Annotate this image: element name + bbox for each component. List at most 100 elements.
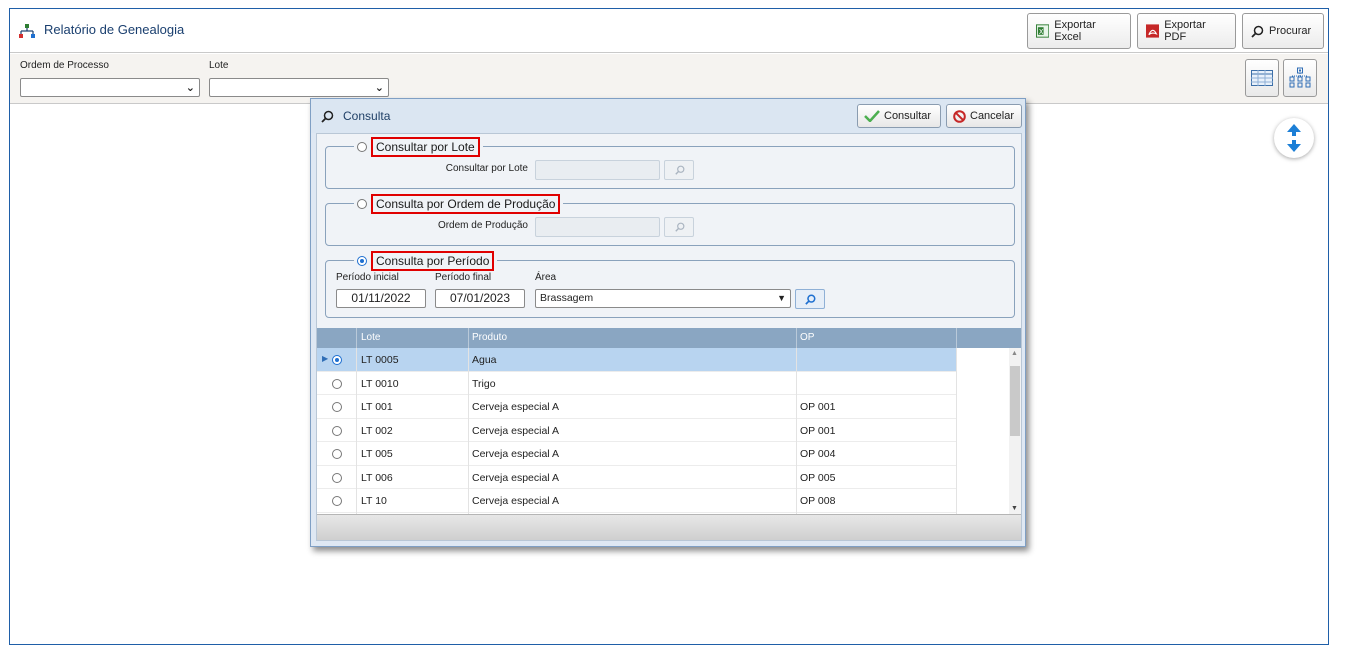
grid-column-line (796, 348, 797, 514)
area-select[interactable]: Brassagem ▼ (535, 289, 791, 308)
column-header-lote[interactable]: Lote (361, 332, 380, 343)
row-select-radio[interactable] (332, 402, 342, 412)
chevron-down-icon: ⌄ (374, 82, 384, 94)
section-legend: Consultar por Lote (354, 137, 483, 157)
column-header-op[interactable]: OP (800, 332, 814, 343)
column-header-produto[interactable]: Produto (472, 332, 507, 343)
table-row[interactable]: LT 002 Cerveja especial A OP 001 (317, 419, 957, 442)
row-select-radio[interactable] (332, 472, 342, 483)
cell-lote: LT 002 (361, 424, 393, 437)
consulta-dialog: Consulta Consultar Cancelar Consultar po… (310, 98, 1026, 547)
consultar-lote-input[interactable] (535, 160, 660, 180)
periodo-final-label: Período final (435, 272, 492, 283)
radio-periodo[interactable] (357, 256, 367, 266)
lote-select[interactable]: ⌄ (209, 78, 389, 97)
table-icon (1251, 70, 1273, 86)
grid-header-separator (468, 328, 469, 348)
section-title-periodo: Consulta por Período (371, 251, 495, 271)
cell-produto: Cerveja especial A (472, 471, 559, 484)
table-row[interactable]: ▶ LT 0005 Agua (317, 348, 957, 372)
grid-vertical-scrollbar[interactable]: ▲ ▼ (1009, 348, 1021, 514)
chevron-down-icon: ⌄ (185, 82, 195, 94)
table-row[interactable]: LT 006 Cerveja especial A OP 005 (317, 466, 957, 489)
table-row[interactable]: LT 0010 Trigo (317, 372, 957, 395)
table-row[interactable]: LT 005 Cerveja especial A OP 004 (317, 442, 957, 466)
cell-lote: LT 005 (361, 448, 393, 460)
radio-consultar-lote[interactable] (357, 142, 367, 152)
section-periodo: Consulta por Período Período inicial Per… (325, 251, 1015, 318)
area-select-value: Brassagem (540, 292, 594, 304)
search-icon (1251, 25, 1264, 38)
cell-produto: Cerveja especial A (472, 401, 559, 413)
cell-produto: Cerveja especial A (472, 448, 559, 460)
row-select-radio[interactable] (332, 425, 342, 436)
tree-diagram-icon (1289, 67, 1311, 88)
header-bar: Relatório de Genealogia X Exportar Excel… (10, 9, 1328, 53)
grid-footer (317, 514, 1021, 540)
grid-column-line (356, 348, 357, 514)
consultar-button[interactable]: Consultar (857, 104, 941, 128)
cell-produto: Cerveja especial A (472, 424, 559, 437)
scroll-up-icon[interactable]: ▲ (1011, 350, 1018, 357)
ordem-producao-field-label: Ordem de Produção (437, 220, 528, 231)
search-icon (805, 294, 816, 305)
ordem-producao-input[interactable] (535, 217, 660, 237)
table-row[interactable]: LT 001 Cerveja especial A OP 001 (317, 395, 957, 419)
table-row[interactable]: LT 10 Cerveja especial A OP 008 (317, 489, 957, 513)
cell-lote: LT 006 (361, 471, 393, 484)
export-pdf-label: Exportar PDF (1164, 19, 1206, 43)
radio-ordem-producao[interactable] (357, 199, 367, 209)
cell-produto: Trigo (472, 377, 496, 390)
periodo-final-input[interactable]: 07/01/2023 (435, 289, 525, 308)
cell-op: OP 008 (800, 495, 836, 507)
row-select-radio[interactable] (332, 355, 342, 365)
scroll-down-icon[interactable]: ▼ (1011, 505, 1018, 512)
ordem-processo-select[interactable]: ⌄ (20, 78, 200, 97)
periodo-inicial-input[interactable]: 01/11/2022 (336, 289, 426, 308)
checkmark-icon (864, 110, 880, 122)
pdf-icon (1146, 24, 1160, 38)
search-icon (675, 165, 685, 175)
export-excel-button[interactable]: X Exportar Excel (1027, 13, 1131, 49)
dialog-header: Consulta Consultar Cancelar (311, 99, 1025, 133)
row-select-radio[interactable] (332, 378, 342, 389)
lote-label: Lote (209, 60, 229, 71)
app-window: Relatório de Genealogia X Exportar Excel… (9, 8, 1329, 645)
table-view-button[interactable] (1245, 59, 1279, 97)
page-title: Relatório de Genealogia (44, 22, 185, 37)
cell-op: OP 001 (800, 401, 836, 413)
cell-lote: LT 001 (361, 401, 393, 413)
svg-text:X: X (1039, 28, 1044, 36)
search-button[interactable]: Procurar (1242, 13, 1324, 49)
cell-lote: LT 10 (361, 495, 387, 507)
row-select-radio[interactable] (332, 449, 342, 459)
grid-header-separator (796, 328, 797, 348)
genealogy-tree-icon (19, 24, 35, 38)
search-icon (675, 222, 685, 232)
cell-produto: Agua (472, 354, 497, 366)
dropdown-arrow-icon: ▼ (777, 293, 786, 303)
grid-header: Lote Produto OP (317, 328, 1021, 348)
cell-op: OP 004 (800, 448, 836, 460)
cell-op: OP 001 (800, 424, 836, 437)
scroll-up-down-button[interactable] (1274, 118, 1314, 158)
grid-column-line (956, 348, 957, 514)
search-icon (321, 110, 334, 123)
row-select-radio[interactable] (332, 496, 342, 506)
cell-op: OP 005 (800, 471, 836, 484)
search-label: Procurar (1269, 25, 1312, 37)
dialog-body: Consultar por Lote Consultar por Lote Co… (316, 133, 1022, 541)
scrollbar-thumb[interactable] (1010, 366, 1020, 436)
tree-view-button[interactable] (1283, 59, 1317, 97)
area-label: Área (535, 272, 557, 283)
ordem-producao-search-button[interactable] (664, 217, 694, 237)
cell-produto: Cerveja especial A (472, 495, 559, 507)
section-legend: Consulta por Período (354, 251, 498, 271)
periodo-search-button[interactable] (795, 289, 825, 309)
export-pdf-button[interactable]: Exportar PDF (1137, 13, 1236, 49)
excel-icon: X (1036, 24, 1050, 38)
cell-lote: LT 0010 (361, 377, 399, 390)
cancelar-button[interactable]: Cancelar (946, 104, 1022, 128)
consultar-lote-search-button[interactable] (664, 160, 694, 180)
periodo-inicial-label: Período inicial (336, 272, 399, 283)
